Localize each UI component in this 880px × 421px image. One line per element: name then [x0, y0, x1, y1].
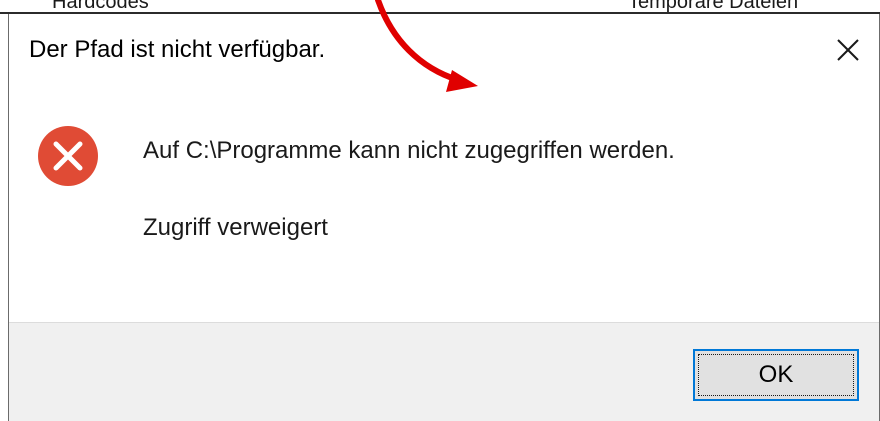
background-window: Hardcodes Temporäre Dateien: [0, 0, 880, 14]
dialog-content: Auf C:\Programme kann nicht zugegriffen …: [9, 84, 879, 322]
close-button[interactable]: [825, 28, 871, 72]
dialog-footer: OK: [9, 322, 879, 421]
error-dialog: Der Pfad ist nicht verfügbar. Auf C:\Pro…: [8, 14, 880, 421]
error-x-icon: [38, 126, 98, 186]
screen: Hardcodes Temporäre Dateien Der Pfad ist…: [0, 0, 880, 421]
dialog-titlebar: Der Pfad ist nicht verfügbar.: [9, 14, 879, 84]
error-message: Auf C:\Programme kann nicht zugegriffen …: [143, 137, 675, 164]
ok-button-label: OK: [758, 361, 794, 388]
close-icon: [837, 39, 859, 61]
ok-button[interactable]: OK: [693, 349, 859, 401]
error-detail: Zugriff verweigert: [143, 214, 328, 241]
dialog-title: Der Pfad ist nicht verfügbar.: [29, 36, 326, 63]
